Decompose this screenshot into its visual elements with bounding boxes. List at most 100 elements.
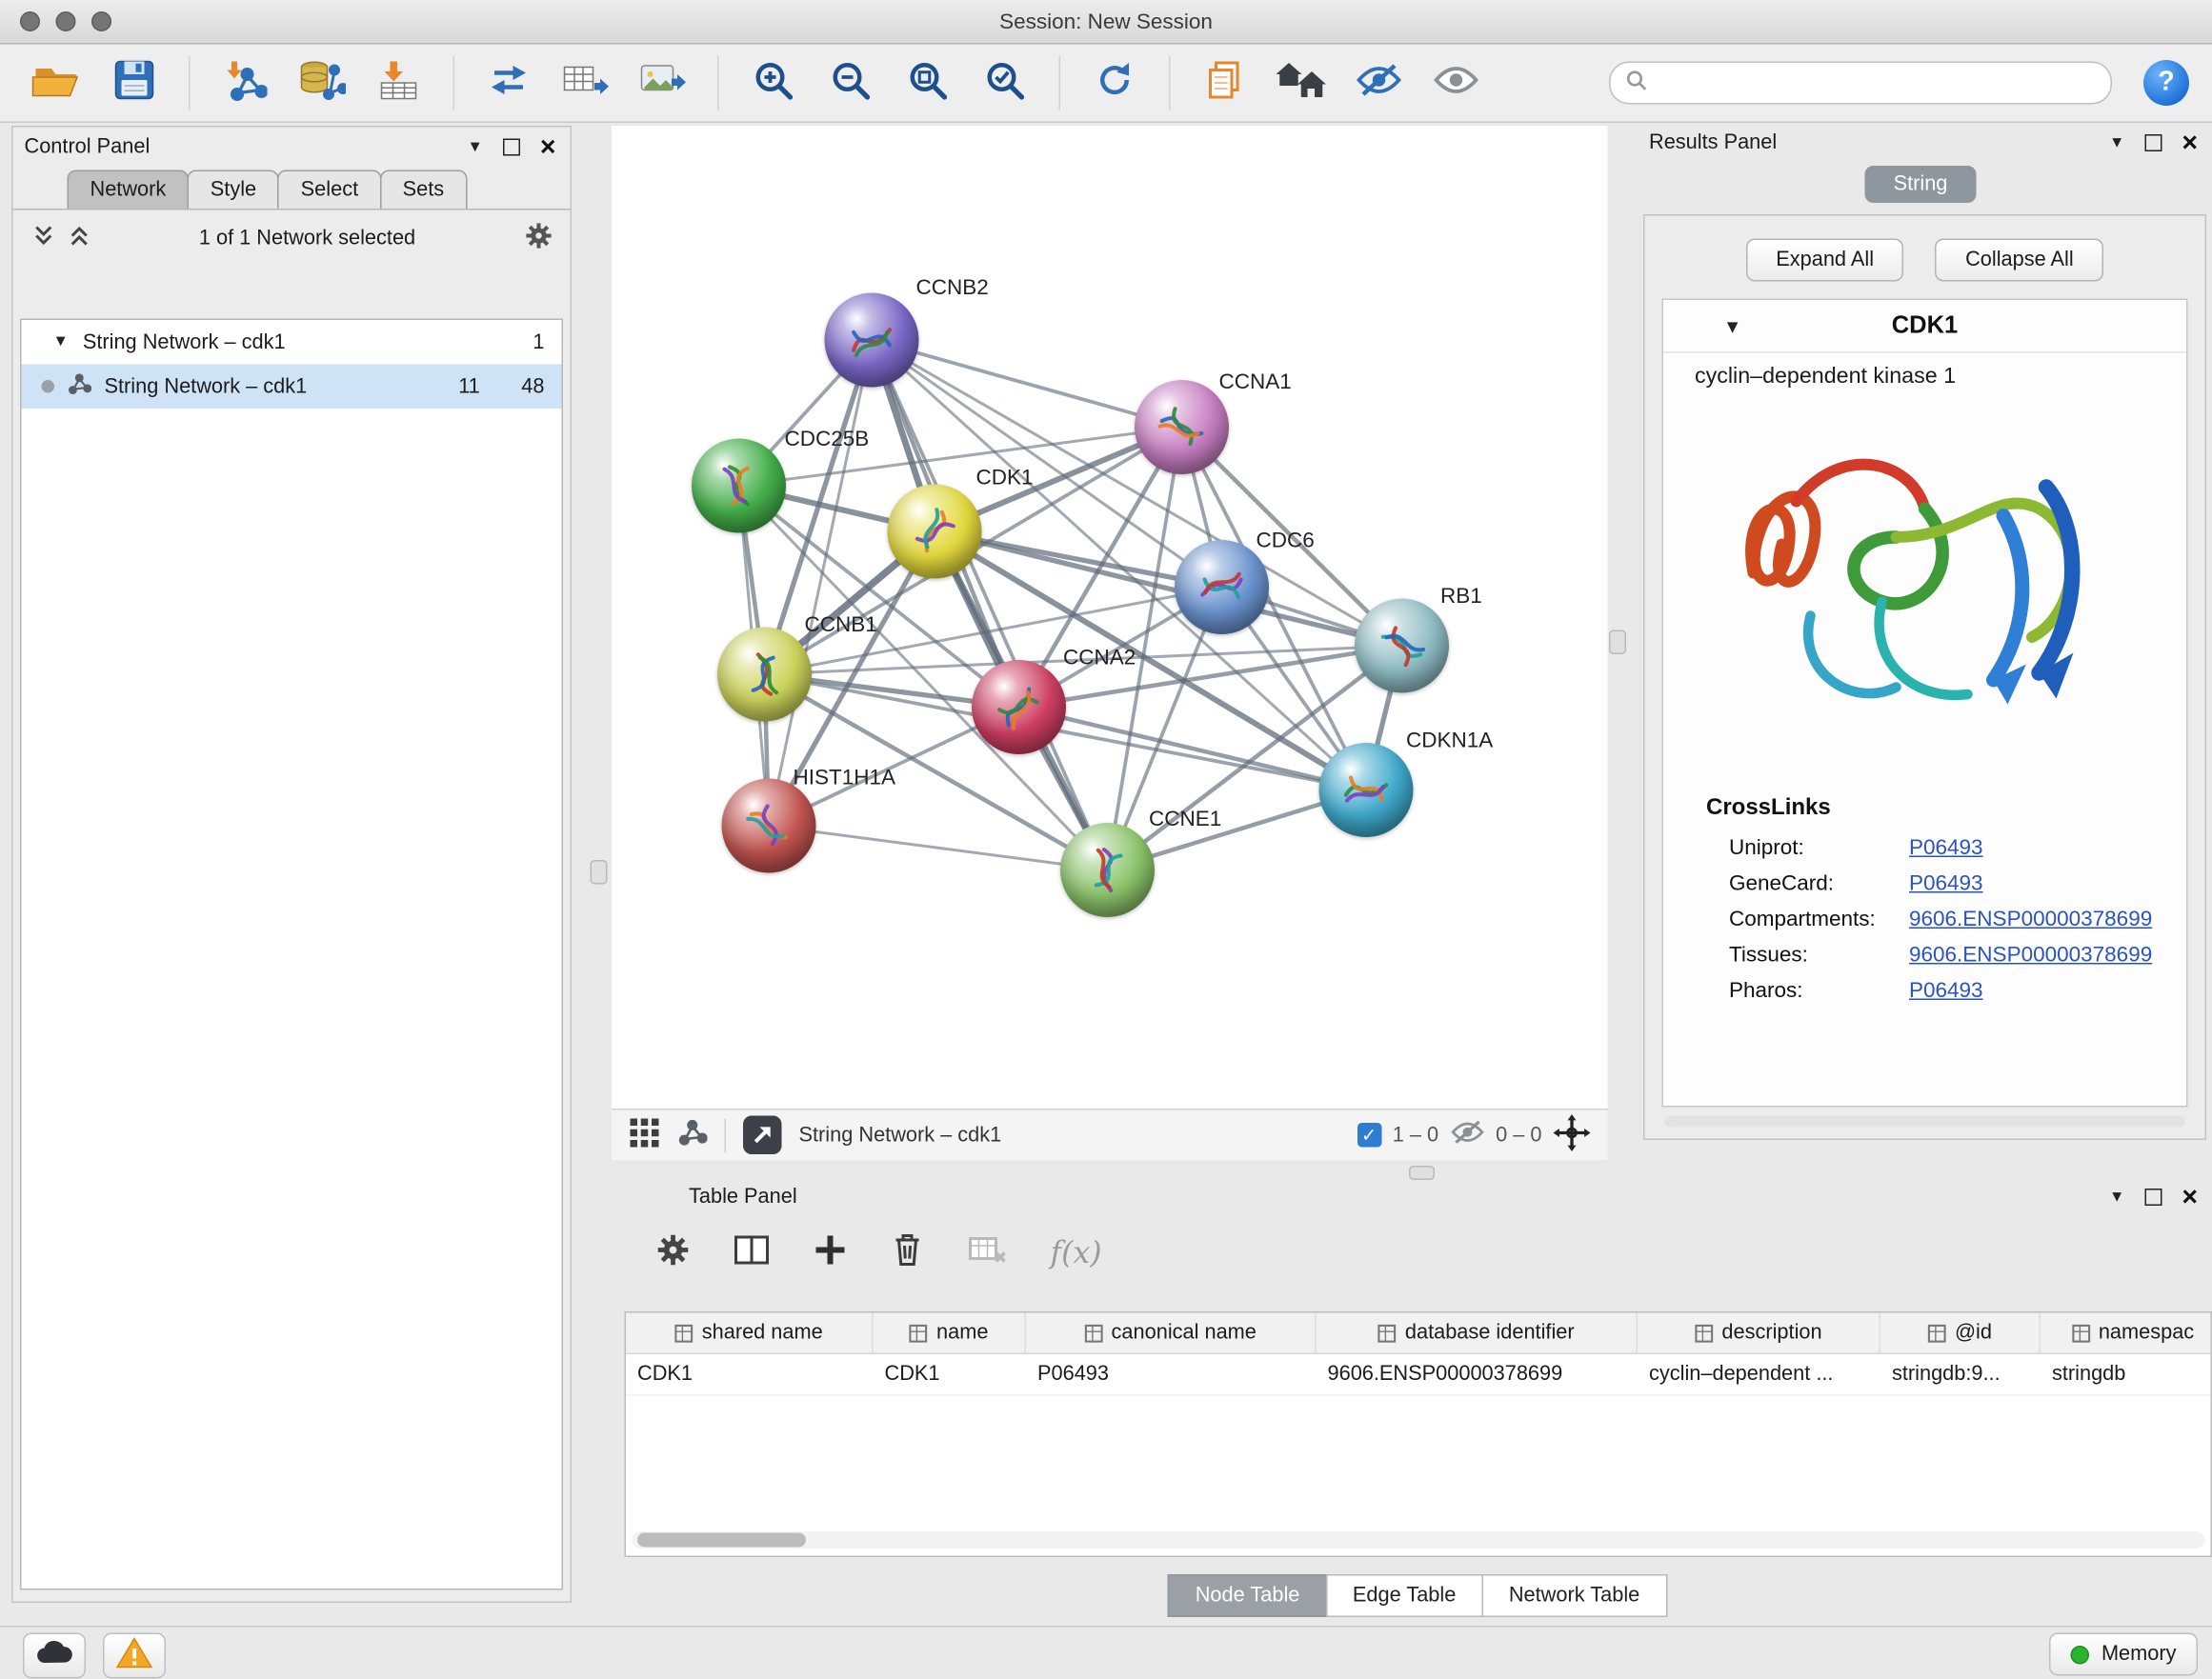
network-node-hist1h1a[interactable] [722,779,816,873]
column-header-description[interactable]: description [1638,1313,1880,1353]
tab-edge-table[interactable]: Edge Table [1325,1574,1482,1617]
network-overview-icon[interactable] [677,1117,708,1153]
copy-document-button[interactable] [1191,51,1259,114]
network-node-rb1[interactable] [1355,599,1449,693]
column-header--id[interactable]: @id [1880,1313,2041,1353]
table-cell[interactable]: cyclin–dependent ... [1638,1354,1880,1394]
tab-node-table[interactable]: Node Table [1168,1574,1327,1617]
hidden-eye-icon[interactable] [1450,1119,1484,1152]
close-window-button[interactable] [20,11,40,31]
open-session-button[interactable] [23,51,91,114]
network-node-cdkn1a[interactable] [1319,743,1414,837]
network-node-ccnb1[interactable] [717,628,812,722]
float-panel-icon[interactable]: ▼ [2109,1189,2124,1206]
search-box[interactable] [1609,62,2112,105]
table-cell[interactable]: CDK1 [874,1354,1027,1394]
network-edge[interactable] [872,340,1108,870]
export-table-button[interactable] [552,51,620,114]
column-header-shared-name[interactable]: shared name [626,1313,874,1353]
minimize-window-button[interactable] [56,11,76,31]
network-canvas[interactable]: CCNB2CCNA1CDC25BCDK1CDC6RB1CCNB1CCNA2CDK… [612,126,1608,1109]
tab-select[interactable]: Select [278,170,381,210]
zoom-in-button[interactable] [739,51,808,114]
maximize-panel-icon[interactable] [503,139,520,156]
table-cell[interactable]: 9606.ENSP00000378699 [1317,1354,1639,1394]
network-edge[interactable] [769,826,1108,870]
table-horizontal-scrollbar[interactable] [632,1531,2205,1549]
maximize-panel-icon[interactable] [2144,1189,2162,1206]
import-network-database-button[interactable] [288,51,356,114]
save-session-button[interactable] [100,51,169,114]
refresh-view-button[interactable] [1080,51,1149,114]
crosslink-link[interactable]: P06493 [1909,979,1983,1004]
network-node-cdc6[interactable] [1175,540,1269,634]
birdseye-grid-icon[interactable] [629,1116,660,1153]
expand-all-icon[interactable] [69,225,90,253]
tab-style[interactable]: Style [188,170,279,210]
network-edge[interactable] [769,340,872,826]
table-data-row[interactable]: CDK1CDK1P064939606.ENSP00000378699cyclin… [626,1354,2211,1396]
add-column-icon[interactable] [814,1232,848,1274]
swap-network-button[interactable] [474,51,543,114]
network-node-ccnb2[interactable] [825,293,919,388]
selected-checkbox-icon[interactable]: ✓ [1357,1123,1381,1148]
maximize-panel-icon[interactable] [2144,134,2162,151]
scrollbar-thumb[interactable] [637,1533,806,1548]
column-header-name[interactable]: name [874,1313,1027,1353]
crosshair-icon[interactable] [1554,1113,1591,1156]
export-image-button[interactable] [629,51,697,114]
crosslink-link[interactable]: 9606.ENSP00000378699 [1909,943,2152,968]
bottom-splitter-handle[interactable] [1409,1166,1435,1180]
houses-button[interactable] [1268,51,1337,114]
close-panel-icon[interactable]: × [2182,1184,2198,1211]
crosslink-link[interactable]: P06493 [1909,836,1983,861]
collapse-all-button[interactable]: Collapse All [1936,239,2104,282]
network-collection-row[interactable]: ▼ String Network – cdk1 1 [22,320,562,365]
show-columns-icon[interactable] [734,1232,771,1274]
left-splitter-handle[interactable] [591,860,608,885]
table-cell[interactable]: stringdb [2041,1354,2212,1394]
show-all-button[interactable] [1422,51,1491,114]
tab-string[interactable]: String [1865,166,1977,203]
column-header-canonical-name[interactable]: canonical name [1026,1313,1317,1353]
warnings-button[interactable] [103,1633,166,1679]
right-splitter-handle[interactable] [1609,630,1626,655]
tab-sets[interactable]: Sets [380,170,468,210]
crosslink-link[interactable]: 9606.ENSP00000378699 [1909,908,2152,932]
close-panel-icon[interactable]: × [540,133,556,161]
column-header-database-identifier[interactable]: database identifier [1317,1313,1639,1353]
network-node-cdk1[interactable] [888,485,982,579]
hide-selected-button[interactable] [1345,51,1414,114]
network-row-selected[interactable]: String Network – cdk1 11 48 [22,365,562,410]
zoom-selected-button[interactable] [971,51,1039,114]
delete-column-trash-icon[interactable] [891,1230,925,1275]
table-cell[interactable]: stringdb:9... [1880,1354,2041,1394]
network-node-cdc25b[interactable] [692,439,786,533]
table-settings-gear-icon[interactable] [656,1232,691,1274]
disclosure-triangle-icon[interactable]: ▼ [53,334,69,350]
search-input[interactable] [1657,70,2097,96]
float-panel-icon[interactable]: ▼ [468,139,483,155]
table-cell[interactable]: CDK1 [626,1354,874,1394]
import-table-button[interactable] [365,51,433,114]
tab-network[interactable]: Network [68,170,190,210]
expand-all-button[interactable]: Expand All [1746,239,1904,282]
zoom-fit-button[interactable] [894,51,962,114]
gear-icon[interactable] [525,222,553,256]
cloud-button[interactable] [23,1633,86,1679]
crosslink-link[interactable]: P06493 [1909,871,1983,896]
float-panel-icon[interactable]: ▼ [2109,135,2124,151]
network-node-ccna1[interactable] [1135,380,1229,474]
memory-button[interactable]: Memory [2048,1633,2198,1676]
network-node-ccne1[interactable] [1060,823,1155,917]
help-button[interactable]: ? [2143,60,2189,106]
import-network-file-button[interactable] [211,51,279,114]
zoom-out-button[interactable] [816,51,885,114]
network-node-ccna2[interactable] [972,660,1066,754]
column-header-namespac[interactable]: namespac [2041,1313,2212,1353]
detach-view-button[interactable] [743,1116,782,1155]
table-cell[interactable]: P06493 [1026,1354,1317,1394]
zoom-window-button[interactable] [91,11,111,31]
tab-network-table[interactable]: Network Table [1481,1574,1666,1617]
close-panel-icon[interactable]: × [2182,130,2198,157]
